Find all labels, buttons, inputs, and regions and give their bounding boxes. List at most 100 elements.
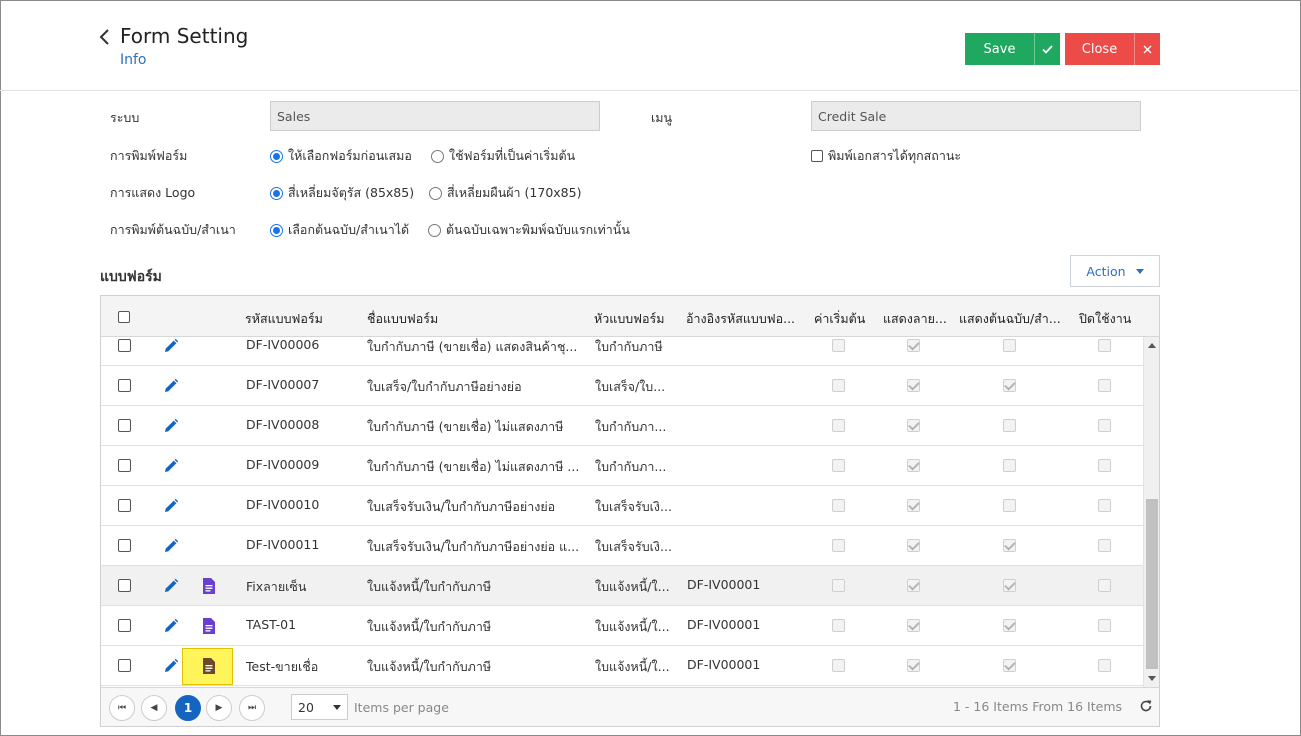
row-checkbox[interactable] bbox=[118, 659, 131, 672]
logo-option-rectangle[interactable]: สี่เหลี่ยมผืนผ้า (170x85) bbox=[429, 183, 581, 203]
cell-show-copy-checkbox bbox=[1003, 379, 1016, 392]
pencil-icon[interactable] bbox=[163, 418, 179, 434]
items-per-page-label: Items per page bbox=[354, 700, 449, 715]
column-header-default[interactable]: ค่าเริ่มต้น bbox=[814, 309, 884, 329]
radio-icon bbox=[428, 223, 441, 237]
cell-header: ใบเสร็จ/ใบ... bbox=[595, 379, 666, 394]
scroll-up-icon[interactable] bbox=[1148, 343, 1156, 348]
prev-page-button[interactable]: ◀ bbox=[141, 695, 167, 721]
copy-option-first-only[interactable]: ต้นฉบับเฉพาะพิมพ์ฉบับแรกเท่านั้น bbox=[428, 220, 630, 240]
cell-show-sign-checkbox bbox=[907, 419, 920, 432]
cell-default-checkbox bbox=[832, 459, 845, 472]
cell-disabled-checkbox bbox=[1098, 459, 1111, 472]
cell-default-checkbox bbox=[832, 579, 845, 592]
close-icon[interactable] bbox=[1134, 33, 1160, 65]
cell-default-checkbox bbox=[832, 419, 845, 432]
column-header-code[interactable]: รหัสแบบฟอร์ม bbox=[245, 309, 355, 329]
copy-option-choose[interactable]: เลือกต้นฉบับ/สำเนาได้ bbox=[270, 220, 409, 240]
pencil-icon[interactable] bbox=[163, 538, 179, 554]
table-row[interactable]: DF-IV00009 ใบกำกับภาษี (ขายเชื่อ) ไม่แสดง… bbox=[101, 446, 1143, 486]
column-header-header[interactable]: หัวแบบฟอร์ม bbox=[594, 309, 679, 329]
document-icon[interactable] bbox=[202, 658, 216, 674]
grid-header: รหัสแบบฟอร์ม ชื่อแบบฟอร์ม หัวแบบฟอร์ม อ้… bbox=[101, 296, 1159, 337]
column-header-show-sign[interactable]: แสดงลาย... bbox=[883, 309, 953, 329]
table-row[interactable]: TAST-01 ใบแจ้งหนี้/ใบกำกับภาษี ใบแจ้งหนี้/… bbox=[101, 606, 1143, 646]
table-row[interactable]: DF-IV00008 ใบกำกับภาษี (ขายเชื่อ) ไม่แสดง… bbox=[101, 406, 1143, 446]
scrollbar-thumb[interactable] bbox=[1146, 499, 1158, 669]
cell-name: ใบแจ้งหนี้/ใบกำกับภาษี bbox=[367, 579, 492, 594]
save-button[interactable]: Save bbox=[965, 33, 1034, 65]
cell-show-sign-checkbox bbox=[907, 499, 920, 512]
pager-info: 1 - 16 Items From 16 Items bbox=[953, 699, 1123, 714]
select-all-checkbox[interactable] bbox=[118, 311, 130, 323]
cell-header: ใบกำกับภา... bbox=[595, 419, 667, 434]
cell-ref: DF-IV00001 bbox=[687, 657, 761, 672]
print-form-label: การพิมพ์ฟอร์ม bbox=[110, 148, 188, 163]
scroll-down-icon[interactable] bbox=[1148, 676, 1156, 681]
action-dropdown[interactable]: Action bbox=[1070, 255, 1160, 287]
pencil-icon[interactable] bbox=[163, 658, 179, 674]
row-checkbox[interactable] bbox=[118, 339, 131, 352]
row-checkbox[interactable] bbox=[118, 419, 131, 432]
cell-show-sign-checkbox bbox=[907, 539, 920, 552]
table-row[interactable]: DF-IV00010 ใบเสร็จรับเงิน/ใบกำกับภาษีอย่า… bbox=[101, 486, 1143, 526]
cell-disabled-checkbox bbox=[1098, 619, 1111, 632]
current-page-button[interactable]: 1 bbox=[175, 695, 201, 721]
row-checkbox[interactable] bbox=[118, 379, 131, 392]
print-form-option-default[interactable]: ใช้ฟอร์มที่เป็นค่าเริ่มต้น bbox=[431, 146, 575, 166]
cell-code: TAST-01 bbox=[246, 617, 297, 632]
cell-show-copy-checkbox bbox=[1003, 419, 1016, 432]
cell-show-sign-checkbox bbox=[907, 339, 920, 352]
document-icon[interactable] bbox=[202, 578, 216, 594]
menu-label: เมนู bbox=[651, 110, 673, 125]
first-page-button[interactable]: ⏮ bbox=[109, 695, 135, 721]
print-form-option-always-choose[interactable]: ให้เลือกฟอร์มก่อนเสมอ bbox=[270, 146, 412, 166]
row-checkbox[interactable] bbox=[118, 499, 131, 512]
print-all-status-checkbox[interactable]: พิมพ์เอกสารได้ทุกสถานะ bbox=[811, 146, 961, 166]
next-page-button[interactable]: ▶ bbox=[206, 695, 232, 721]
radio-selected-icon bbox=[270, 186, 283, 200]
cell-default-checkbox bbox=[832, 339, 845, 352]
cell-disabled-checkbox bbox=[1098, 659, 1111, 672]
pencil-icon[interactable] bbox=[163, 338, 179, 354]
table-row[interactable]: Test-ขายเชื่อ ใบแจ้งหนี้/ใบกำกับภาษี ใบแจ้… bbox=[101, 646, 1143, 686]
logo-option-square[interactable]: สี่เหลี่ยมจัตุรัส (85x85) bbox=[270, 183, 414, 203]
table-row[interactable]: Fixลายเซ็น ใบแจ้งหนี้/ใบกำกับภาษี ใบแจ้งหน… bbox=[101, 566, 1143, 606]
row-checkbox[interactable] bbox=[118, 619, 131, 632]
table-row[interactable]: DF-IV00011 ใบเสร็จรับเงิน/ใบกำกับภาษีอย่า… bbox=[101, 526, 1143, 566]
grid-scrollbar[interactable] bbox=[1143, 337, 1159, 687]
pencil-icon[interactable] bbox=[163, 618, 179, 634]
cell-name: ใบเสร็จ/ใบกำกับภาษีอย่างย่อ bbox=[367, 379, 522, 394]
cell-code: Fixลายเซ็น bbox=[246, 579, 307, 594]
grid-rows: DF-IV00006 ใบกำกับภาษี (ขายเชื่อ) แสดงสิน… bbox=[101, 337, 1143, 687]
row-checkbox[interactable] bbox=[118, 459, 131, 472]
pencil-icon[interactable] bbox=[163, 378, 179, 394]
close-button[interactable]: Close bbox=[1065, 33, 1134, 65]
column-header-show-copy[interactable]: แสดงต้นฉบับ/สำ... bbox=[959, 309, 1069, 329]
page-size-select[interactable]: 20 bbox=[291, 694, 348, 720]
column-header-ref[interactable]: อ้างอิงรหัสแบบฟอ... bbox=[686, 309, 814, 329]
cell-name: ใบกำกับภาษี (ขายเชื่อ) ไม่แสดงภาษี ... bbox=[367, 459, 580, 474]
row-checkbox[interactable] bbox=[118, 579, 131, 592]
cell-code: DF-IV00007 bbox=[246, 377, 320, 392]
cell-show-sign-checkbox bbox=[907, 619, 920, 632]
info-link[interactable]: Info bbox=[120, 52, 147, 68]
pencil-icon[interactable] bbox=[163, 578, 179, 594]
table-row[interactable]: DF-IV00006 ใบกำกับภาษี (ขายเชื่อ) แสดงสิน… bbox=[101, 337, 1143, 366]
column-header-disabled[interactable]: ปิดใช้งาน bbox=[1079, 309, 1149, 329]
pencil-icon[interactable] bbox=[163, 458, 179, 474]
last-page-button[interactable]: ⏭ bbox=[239, 695, 265, 721]
refresh-icon[interactable] bbox=[1139, 699, 1153, 713]
cell-code: DF-IV00011 bbox=[246, 537, 320, 552]
pencil-icon[interactable] bbox=[163, 498, 179, 514]
document-icon[interactable] bbox=[202, 618, 216, 634]
row-checkbox[interactable] bbox=[118, 539, 131, 552]
cell-name: ใบเสร็จรับเงิน/ใบกำกับภาษีอย่างย่อ bbox=[367, 499, 556, 514]
table-row[interactable]: DF-IV00007 ใบเสร็จ/ใบกำกับภาษีอย่างย่อ ใบเ… bbox=[101, 366, 1143, 406]
column-header-name[interactable]: ชื่อแบบฟอร์ม bbox=[367, 309, 587, 329]
caret-down-icon bbox=[1135, 268, 1144, 274]
check-icon[interactable] bbox=[1034, 33, 1060, 65]
forms-grid: รหัสแบบฟอร์ม ชื่อแบบฟอร์ม หัวแบบฟอร์ม อ้… bbox=[100, 295, 1160, 727]
cell-disabled-checkbox bbox=[1098, 579, 1111, 592]
chevron-left-icon[interactable] bbox=[97, 27, 113, 47]
